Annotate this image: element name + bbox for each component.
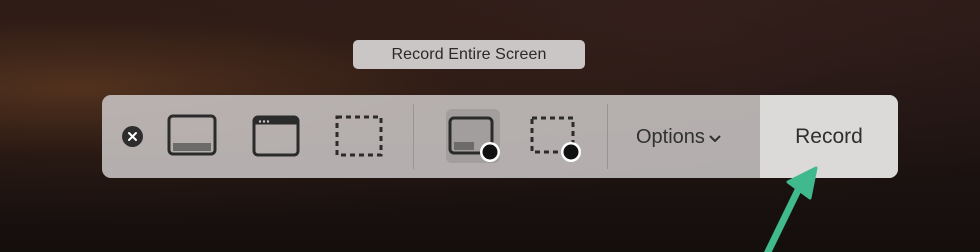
capture-selected-portion-button[interactable] [331, 109, 385, 163]
window-capture-icon [252, 115, 300, 157]
record-entire-screen-button[interactable] [446, 109, 500, 163]
record-selected-portion-button[interactable] [527, 109, 581, 163]
arrow-icon [764, 166, 818, 252]
selection-capture-icon [335, 115, 383, 157]
selection-record-icon [530, 116, 581, 162]
screen-capture-icon [167, 114, 217, 156]
options-label: Options [636, 125, 705, 148]
options-button[interactable]: Options [624, 119, 733, 155]
close-x-icon [128, 132, 137, 141]
toolbar-divider [607, 104, 608, 169]
tooltip-text: Record Entire Screen [391, 45, 547, 63]
capture-selected-window-button[interactable] [249, 109, 303, 163]
toolbar-divider [413, 104, 414, 169]
capture-entire-screen-button[interactable] [164, 109, 218, 163]
screen-record-icon [448, 116, 500, 162]
tooltip: Record Entire Screen [353, 40, 585, 69]
chevron-down-icon [709, 135, 721, 142]
close-button[interactable] [122, 126, 143, 147]
record-label: Record [795, 124, 863, 148]
